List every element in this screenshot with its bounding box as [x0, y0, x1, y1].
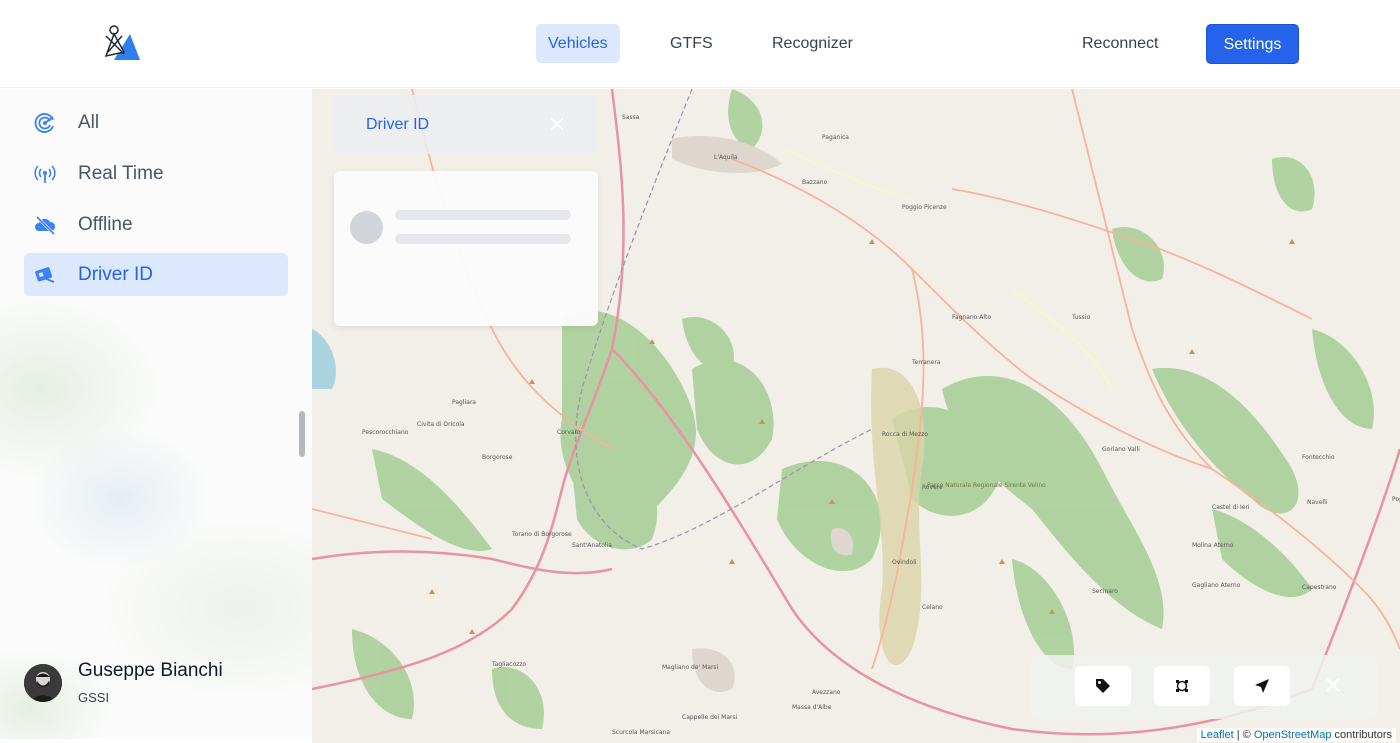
app-logo-icon[interactable] — [100, 22, 142, 64]
user-organization: GSSI — [78, 690, 110, 705]
map-label: Popoli — [1392, 496, 1400, 503]
map-label: Navelli — [1307, 499, 1328, 506]
map-label: Paganica — [822, 134, 849, 141]
map-label: Molina Aterno — [1192, 542, 1234, 549]
top-navbar: Vehicles GTFS Recognizer Reconnect Setti… — [0, 0, 1400, 88]
map-label: Fontecchio — [1302, 454, 1335, 461]
panel-title: Driver ID — [366, 116, 430, 133]
skeleton-line — [395, 234, 571, 244]
map-label: Civita di Oricola — [417, 421, 465, 428]
cloud-offline-icon — [35, 215, 56, 236]
map-label: Poggio Picenze — [902, 204, 947, 211]
settings-button[interactable]: Settings — [1206, 24, 1299, 64]
attribution-suffix: contributors — [1331, 729, 1392, 741]
map-toolbar — [1031, 655, 1377, 719]
map-label: Gagliano Aterno — [1192, 582, 1241, 589]
locate-button[interactable] — [1234, 666, 1290, 706]
map-label: Castel di Ieri — [1212, 504, 1250, 511]
map-label: Parco Naturale Regionale Sirente Velino — [927, 482, 1046, 489]
leaflet-link[interactable]: Leaflet — [1201, 729, 1234, 741]
map-label: Massa d'Albe — [792, 704, 832, 711]
sidebar-item-all[interactable]: All — [24, 101, 288, 144]
id-card-icon — [35, 267, 55, 283]
map-label: Tussio — [1071, 314, 1090, 321]
sidebar-item-label: Real Time — [78, 163, 164, 184]
sidebar-item-real-time[interactable]: Real Time — [24, 152, 288, 195]
close-icon[interactable] — [548, 115, 566, 133]
user-photo-icon — [24, 664, 62, 702]
radar-icon — [34, 113, 54, 133]
driver-id-panel-header: Driver ID — [334, 95, 598, 154]
map-label: Torano di Borgorose — [511, 531, 572, 538]
map-label: Ovindoli — [892, 559, 917, 566]
map-label: Cappelle dei Marsi — [682, 714, 738, 721]
sidebar-item-label: All — [78, 112, 100, 133]
tab-gtfs[interactable]: GTFS — [658, 24, 725, 63]
sidebar: All Real Time Offline Driver ID Guseppe … — [0, 89, 312, 739]
map-label: Avezzano — [812, 689, 841, 696]
avatar[interactable] — [24, 664, 62, 702]
broadcast-icon — [34, 165, 56, 183]
attribution-separator: | © — [1233, 729, 1254, 741]
locate-icon — [1255, 679, 1269, 693]
select-area-button[interactable] — [1154, 666, 1210, 706]
map-label: Sassa — [622, 114, 640, 121]
map-label: Rovere — [922, 484, 943, 491]
sidebar-scrollbar[interactable] — [299, 411, 305, 457]
sidebar-item-label: Driver ID — [78, 264, 153, 285]
user-name: Guseppe Bianchi — [78, 660, 223, 681]
map-attribution: Leaflet | © OpenStreetMap contributors — [1196, 728, 1396, 742]
map-label: Rocca di Mezzo — [882, 431, 928, 438]
map-label: Scurcola Marsicana — [612, 729, 670, 736]
map-label: Fagnano Alto — [952, 314, 991, 321]
map-label: Secinaro — [1092, 588, 1118, 595]
map-label: Sant'Anatolia — [572, 542, 612, 549]
map-label: Celano — [922, 604, 943, 611]
tag-button[interactable] — [1075, 666, 1131, 706]
driver-card-skeleton — [334, 171, 598, 326]
map-label: Terranera — [911, 359, 941, 366]
openstreetmap-link[interactable]: OpenStreetMap — [1254, 729, 1332, 741]
map-label: Corvaro — [557, 429, 581, 436]
map-label: Pagliara — [452, 399, 476, 406]
select-area-icon — [1176, 680, 1188, 692]
map-label: Borgorose — [482, 454, 513, 461]
sidebar-item-label: Offline — [78, 214, 133, 235]
sidebar-item-offline[interactable]: Offline — [24, 203, 288, 246]
map-label: L'Aquila — [714, 154, 738, 161]
map-label: Goriano Valli — [1102, 446, 1140, 453]
map-label: Bazzano — [802, 179, 828, 186]
tag-icon — [1096, 679, 1110, 693]
tab-vehicles[interactable]: Vehicles — [536, 24, 620, 63]
map-label: Pescorocchiano — [362, 429, 409, 436]
tab-recognizer[interactable]: Recognizer — [760, 24, 865, 63]
skeleton-avatar — [350, 211, 383, 244]
close-icon[interactable] — [1325, 677, 1341, 693]
reconnect-button[interactable]: Reconnect — [1070, 24, 1171, 63]
sidebar-item-driver-id[interactable]: Driver ID — [24, 253, 288, 296]
skeleton-line — [395, 210, 571, 220]
map-label: Magliano de' Marsi — [662, 664, 719, 671]
map-label: Capestrano — [1302, 584, 1337, 591]
map-label: Tagliacozzo — [491, 661, 526, 668]
